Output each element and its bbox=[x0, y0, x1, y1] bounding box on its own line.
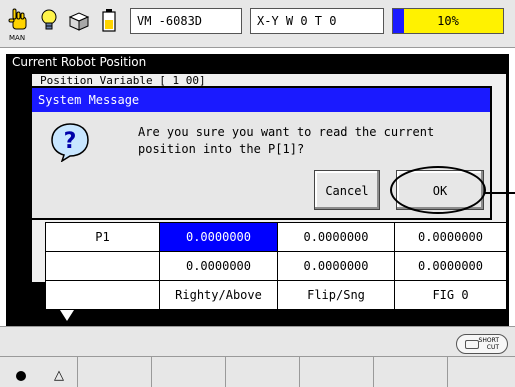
table-cell[interactable]: FIG 0 bbox=[394, 280, 507, 310]
status-bar: MAN VM -6083D X-Y W 0 T 0 10% bbox=[0, 0, 515, 48]
ok-highlight-circle bbox=[390, 166, 486, 214]
table-cell[interactable] bbox=[45, 280, 160, 310]
table-cell[interactable]: 0.0000000 bbox=[277, 222, 395, 252]
system-message-dialog: System Message ? Are you sure you want t… bbox=[30, 86, 492, 220]
triangle-icon: △ bbox=[54, 368, 64, 383]
table-cell[interactable]: P1 bbox=[45, 222, 160, 252]
question-icon: ? bbox=[51, 123, 89, 162]
function-key-1[interactable]: △ bbox=[0, 357, 78, 387]
callout-line bbox=[484, 192, 515, 194]
function-key-2[interactable] bbox=[78, 357, 152, 387]
table-cell[interactable]: 0.0000000 bbox=[394, 222, 507, 252]
svg-text:?: ? bbox=[64, 129, 77, 154]
function-key-5[interactable] bbox=[300, 357, 374, 387]
battery-icon[interactable] bbox=[96, 6, 122, 36]
function-key-3[interactable] bbox=[152, 357, 226, 387]
table-cell[interactable]: 0.0000000 bbox=[277, 251, 395, 281]
table-row: 0.0000000 0.0000000 0.0000000 bbox=[45, 251, 507, 281]
short-cut-button[interactable]: SHORT CUT bbox=[456, 334, 508, 354]
function-keys: △ bbox=[0, 356, 515, 387]
table-row: P1 0.0000000 0.0000000 0.0000000 bbox=[45, 222, 507, 252]
dialog-title: System Message bbox=[32, 88, 490, 112]
coordinate-field[interactable]: X-Y W 0 T 0 bbox=[250, 8, 384, 34]
message-line: Are you sure you want to read the curren… bbox=[138, 125, 435, 139]
table-cell-selected[interactable]: 0.0000000 bbox=[159, 222, 278, 252]
function-key-panel: SHORT CUT △ bbox=[0, 326, 515, 387]
hand-icon[interactable] bbox=[6, 6, 32, 36]
table-row: Righty/Above Flip/Sng FIG 0 bbox=[45, 280, 507, 310]
circle-icon bbox=[16, 371, 26, 381]
lightbulb-icon[interactable] bbox=[36, 6, 62, 36]
cancel-button[interactable]: Cancel bbox=[314, 170, 380, 210]
tag-icon bbox=[465, 340, 479, 349]
speed-bar-fill bbox=[393, 9, 404, 33]
speed-indicator[interactable]: 10% bbox=[392, 8, 504, 34]
man-label: MAN bbox=[9, 34, 26, 42]
position-table: P1 0.0000000 0.0000000 0.0000000 0.00000… bbox=[45, 222, 507, 310]
scroll-down-arrow-icon[interactable] bbox=[60, 310, 74, 321]
table-cell[interactable] bbox=[45, 251, 160, 281]
program-field[interactable]: VM -6083D bbox=[130, 8, 242, 34]
function-key-6[interactable] bbox=[374, 357, 448, 387]
speed-value: 10% bbox=[437, 14, 459, 28]
function-key-7[interactable] bbox=[448, 357, 515, 387]
table-cell[interactable]: Flip/Sng bbox=[277, 280, 395, 310]
table-cell[interactable]: Righty/Above bbox=[159, 280, 278, 310]
table-cell[interactable]: 0.0000000 bbox=[159, 251, 278, 281]
message-line: position into the P[1]? bbox=[138, 142, 305, 156]
table-cell[interactable]: 0.0000000 bbox=[394, 251, 507, 281]
window-title: Current Robot Position bbox=[12, 55, 147, 69]
box-icon[interactable] bbox=[66, 6, 92, 36]
dialog-message: Are you sure you want to read the curren… bbox=[138, 124, 458, 158]
function-key-4[interactable] bbox=[226, 357, 300, 387]
